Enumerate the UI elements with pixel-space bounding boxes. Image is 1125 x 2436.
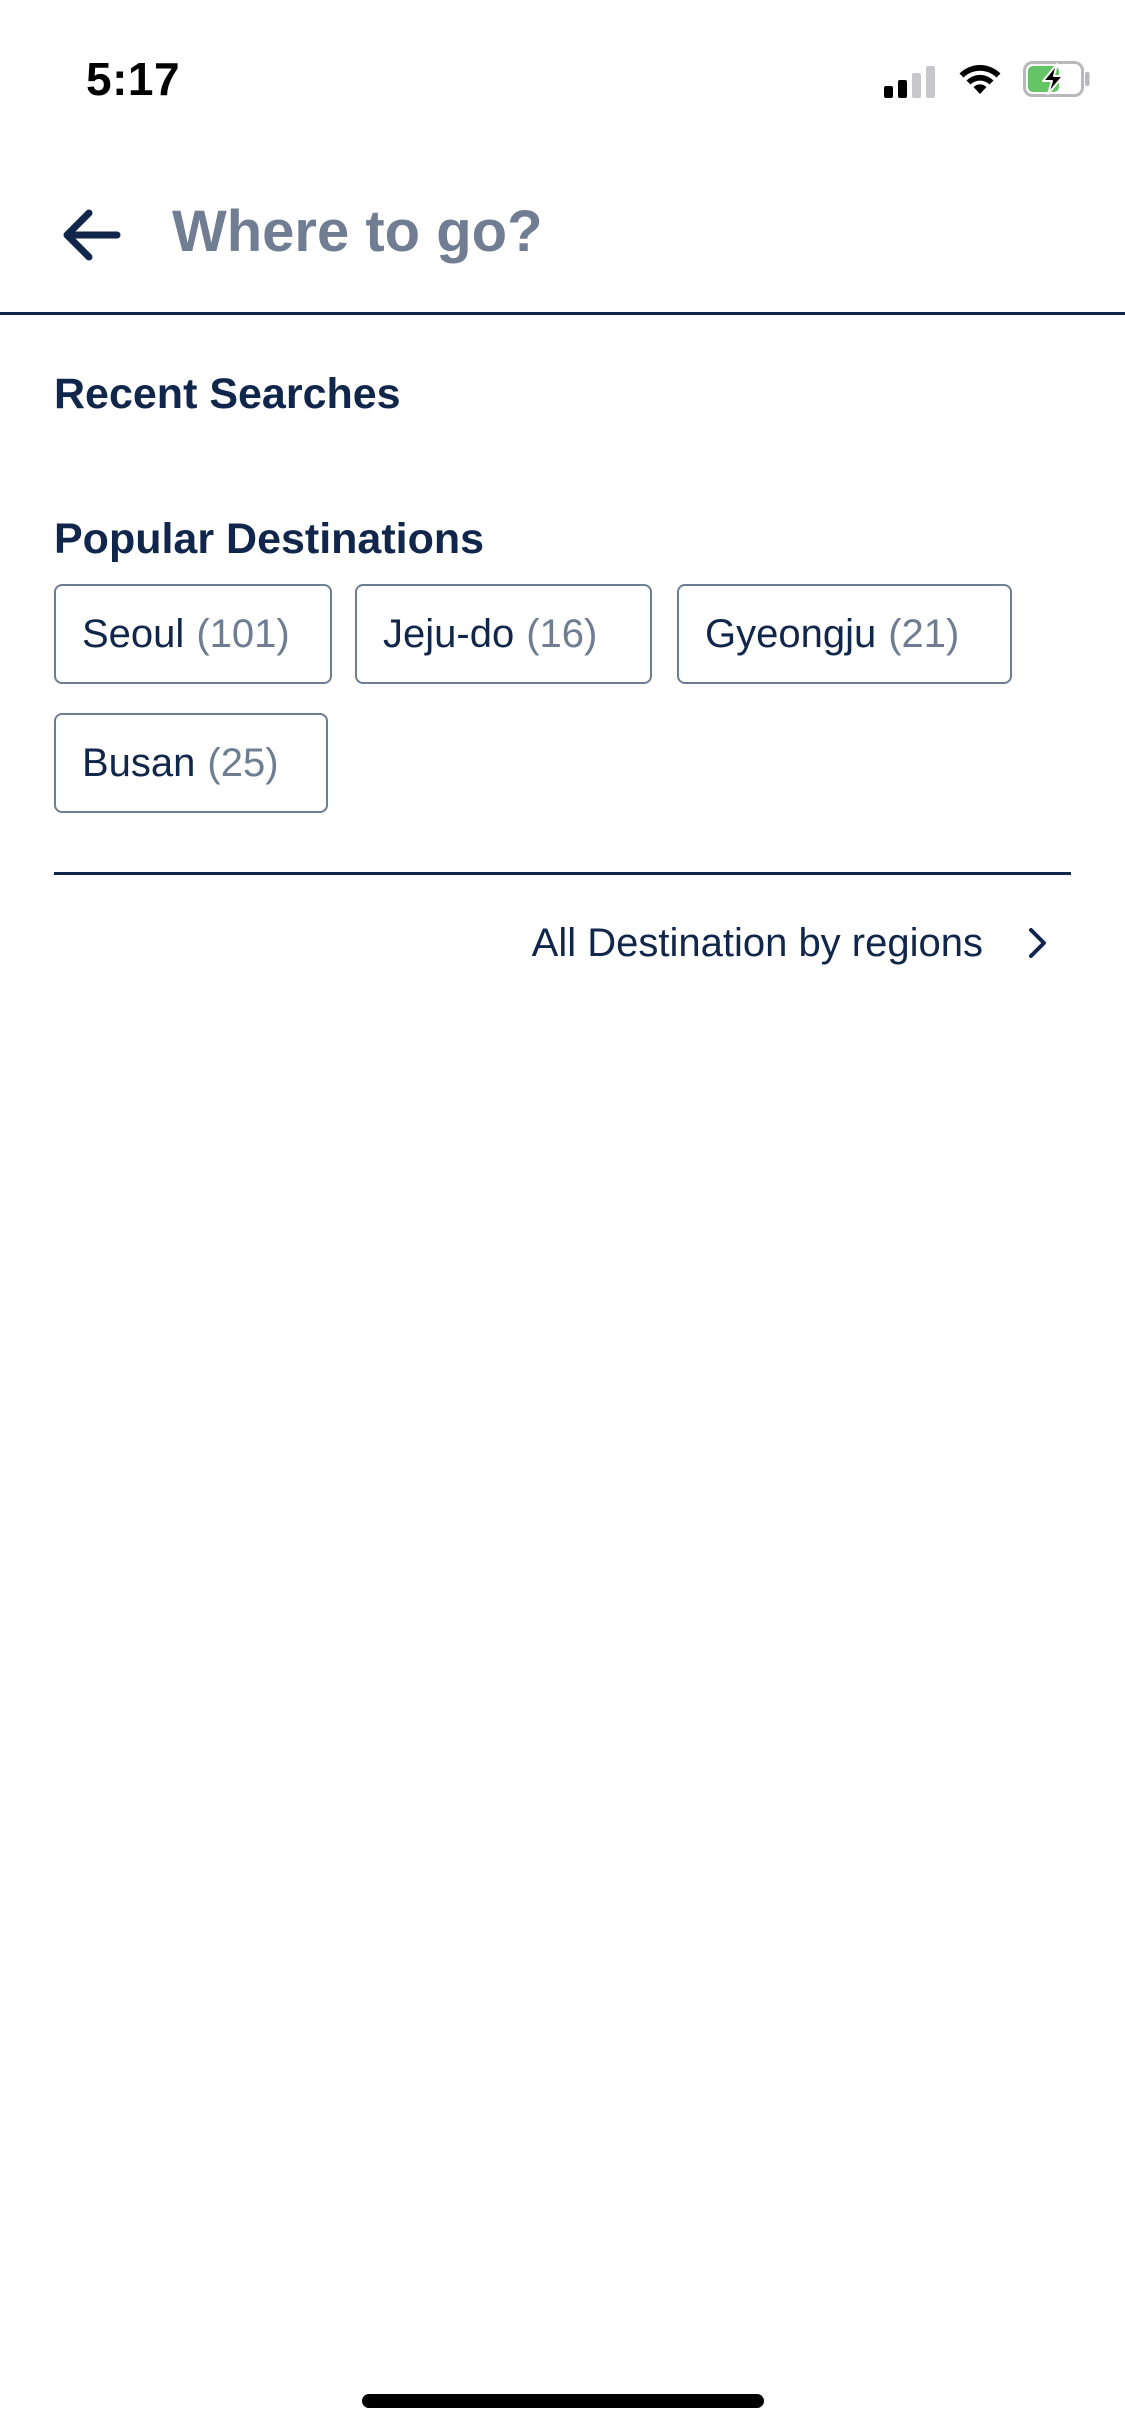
recent-searches-title: Recent Searches <box>54 370 401 418</box>
section-divider <box>54 872 1071 875</box>
wifi-icon <box>957 62 1003 101</box>
destination-chip-gyeongju[interactable]: Gyeongju (21) <box>677 584 1012 684</box>
search-header <box>0 150 1125 315</box>
destination-count: (21) <box>888 611 960 656</box>
destination-name: Jeju-do <box>383 611 515 656</box>
destination-count: (101) <box>196 611 290 656</box>
all-destinations-link[interactable]: All Destination by regions <box>532 908 1049 978</box>
cellular-signal-icon <box>884 64 935 98</box>
popular-destinations-title: Popular Destinations <box>54 515 485 563</box>
all-destinations-label: All Destination by regions <box>531 920 983 965</box>
search-input[interactable] <box>172 186 1052 276</box>
status-bar: 5:17 <box>0 0 1125 150</box>
back-button[interactable] <box>56 200 126 270</box>
destination-chip-busan[interactable]: Busan (25) <box>54 713 328 813</box>
destination-count: (25) <box>207 740 279 785</box>
destination-name: Seoul <box>82 611 185 656</box>
destination-name: Gyeongju <box>705 611 877 656</box>
status-time: 5:17 <box>86 53 181 105</box>
battery-charging-icon <box>1023 60 1091 102</box>
chevron-right-icon <box>1027 926 1049 960</box>
arrow-left-icon <box>63 209 121 261</box>
home-indicator <box>362 2394 764 2408</box>
destination-name: Busan <box>82 740 196 785</box>
destination-chip-jeju-do[interactable]: Jeju-do (16) <box>355 584 652 684</box>
destination-chip-seoul[interactable]: Seoul (101) <box>54 584 332 684</box>
destination-count: (16) <box>526 611 598 656</box>
status-icons <box>884 58 1091 104</box>
